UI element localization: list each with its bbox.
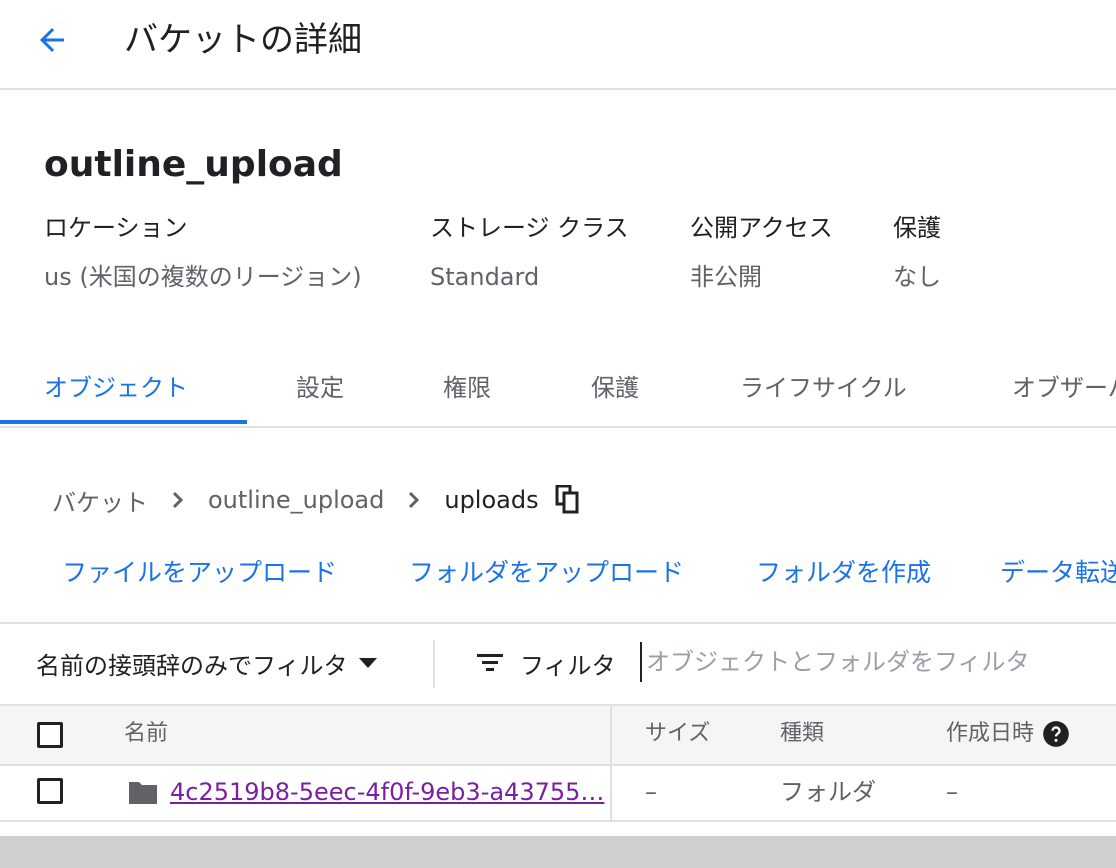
- upload-folder-button[interactable]: フォルダをアップロード: [409, 556, 684, 590]
- arrow-back-icon: [40, 28, 64, 52]
- filter-type-label: 名前の接頭辞のみでフィルタ: [36, 651, 348, 680]
- row-created: –: [946, 778, 958, 806]
- column-header-type[interactable]: 種類: [780, 718, 824, 750]
- arrow-drop-down-icon: [358, 658, 377, 668]
- tab-observability[interactable]: オブザーバビリティ: [1012, 372, 1116, 404]
- filter-list-icon: [477, 654, 503, 671]
- transfer-data-button[interactable]: データ転送: [1000, 556, 1116, 590]
- filter-input[interactable]: [640, 642, 1116, 682]
- tab-lifecycle[interactable]: ライフサイクル: [740, 372, 907, 404]
- filter-button[interactable]: フィルタ: [476, 644, 616, 682]
- column-header-created[interactable]: 作成日時: [946, 718, 1034, 750]
- copy-path-icon[interactable]: [555, 485, 581, 515]
- storage-class-value: Standard: [430, 263, 540, 291]
- tab-permissions[interactable]: 権限: [443, 372, 491, 404]
- tab-settings[interactable]: 設定: [296, 372, 344, 404]
- public-access-value: 非公開: [690, 263, 762, 291]
- create-folder-button[interactable]: フォルダを作成: [756, 556, 931, 590]
- chevron-right-icon: [170, 490, 186, 510]
- tab-objects[interactable]: オブジェクト: [44, 372, 188, 404]
- filter-type-dropdown[interactable]: 名前の接頭辞のみでフィルタ: [36, 644, 380, 682]
- row-size: –: [645, 778, 657, 806]
- upload-files-button[interactable]: ファイルをアップロード: [62, 556, 337, 590]
- protection-value: なし: [893, 263, 941, 291]
- chevron-right-icon: [406, 490, 422, 510]
- divider: [433, 640, 435, 688]
- breadcrumb-buckets[interactable]: バケット: [52, 483, 148, 518]
- row-type: フォルダ: [780, 778, 876, 806]
- table-header: 名前 サイズ 種類 作成日時: [0, 704, 1116, 766]
- horizontal-scrollbar[interactable]: [0, 836, 1116, 868]
- location-value: us (米国の複数のリージョン): [44, 263, 362, 291]
- folder-icon: [129, 782, 157, 804]
- select-all-checkbox[interactable]: [37, 722, 63, 748]
- location-label: ロケーション: [44, 214, 188, 242]
- protection-label: 保護: [893, 214, 941, 242]
- column-header-created-cell: 作成日時: [946, 718, 1070, 750]
- page-title: バケットの詳細: [124, 20, 362, 60]
- help-icon[interactable]: [1042, 720, 1070, 748]
- storage-class-label: ストレージ クラス: [430, 214, 629, 242]
- table-row[interactable]: 4c2519b8-5eec-4f0f-9eb3-a43755… – フォルダ –: [0, 764, 1116, 822]
- back-button[interactable]: [28, 18, 76, 62]
- bucket-name: outline_upload: [44, 144, 343, 185]
- column-header-name[interactable]: 名前: [124, 718, 168, 750]
- row-name-cell: 4c2519b8-5eec-4f0f-9eb3-a43755…: [128, 776, 604, 808]
- breadcrumb: バケット outline_upload uploads: [52, 483, 581, 518]
- column-header-size[interactable]: サイズ: [645, 718, 710, 750]
- object-name-link[interactable]: 4c2519b8-5eec-4f0f-9eb3-a43755…: [170, 776, 604, 808]
- divider: [0, 622, 1116, 624]
- breadcrumb-bucket[interactable]: outline_upload: [208, 486, 384, 514]
- breadcrumb-current-folder: uploads: [444, 486, 539, 514]
- row-checkbox[interactable]: [37, 778, 63, 804]
- active-tab-indicator: [0, 420, 247, 424]
- tab-bar: オブジェクト 設定 権限 保護 ライフサイクル オブザーバビリティ: [0, 356, 1116, 428]
- public-access-label: 公開アクセス: [690, 214, 833, 242]
- filter-button-label: フィルタ: [520, 651, 616, 680]
- tab-protection[interactable]: 保護: [591, 372, 639, 404]
